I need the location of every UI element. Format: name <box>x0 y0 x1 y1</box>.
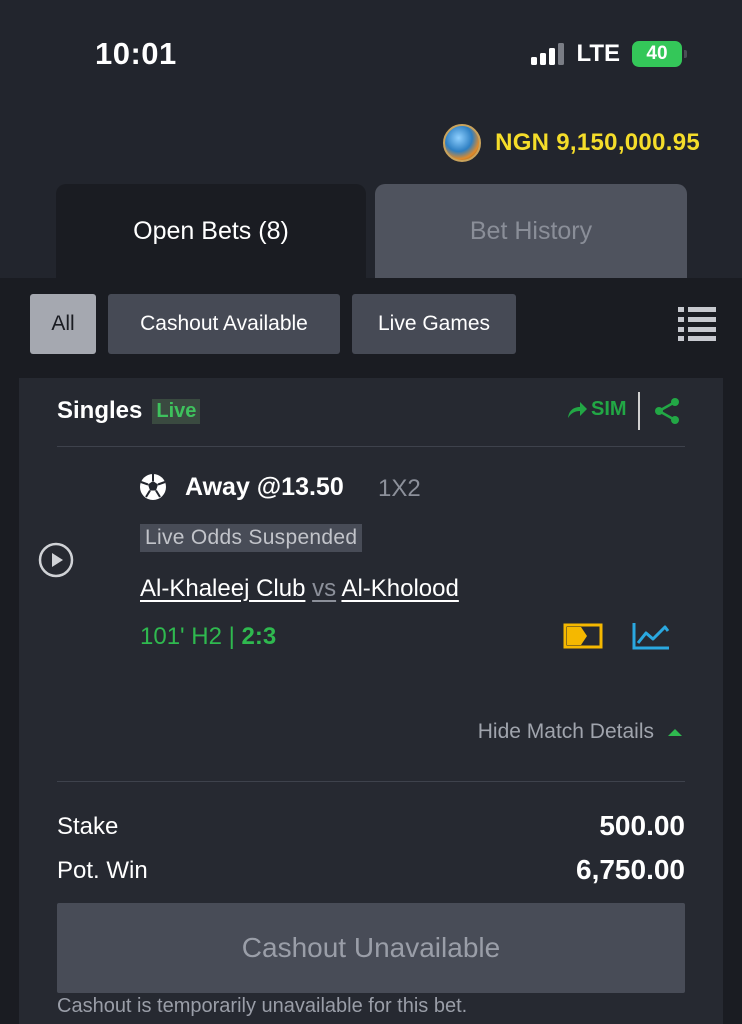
cashout-note: Cashout is temporarily unavailable for t… <box>57 995 468 1017</box>
divider <box>57 781 685 782</box>
sim-button[interactable]: SIM <box>566 398 627 421</box>
balance-amount: NGN 9,150,000.95 <box>495 129 700 156</box>
share-icon[interactable] <box>652 396 682 426</box>
home-team[interactable]: Al-Khaleej Club <box>140 575 305 602</box>
hide-details-label: Hide Match Details <box>477 720 654 743</box>
divider <box>57 446 685 447</box>
stats-chart-icon[interactable] <box>631 621 671 651</box>
bet-selection: Away @13.50 <box>185 473 344 501</box>
match-status: 101' H2 | 2:3 <box>140 623 276 651</box>
away-team[interactable]: Al-Kholood <box>341 575 458 602</box>
status-time: 10:01 <box>95 36 177 71</box>
match-score: 2:3 <box>241 623 277 650</box>
odds-status-badge: Live Odds Suspended <box>140 524 363 552</box>
pot-win-value: 6,750.00 <box>576 854 685 885</box>
signal-icon <box>531 43 565 65</box>
sim-label: SIM <box>591 398 627 420</box>
match-time: 101' H2 | <box>140 623 235 650</box>
play-icon[interactable] <box>38 542 74 578</box>
bet-market: 1X2 <box>378 475 421 502</box>
battery-level: 40 <box>646 43 668 64</box>
account-balance[interactable]: NGN 9,150,000.95 <box>443 124 700 162</box>
battery-icon: 40 <box>632 41 687 67</box>
filter-cashout-available[interactable]: Cashout Available <box>108 294 340 354</box>
live-tv-icon[interactable] <box>563 622 603 650</box>
stake-label: Stake <box>57 813 119 840</box>
match-teams[interactable]: Al-Khaleej Club vs Al-Kholood <box>140 575 459 603</box>
bet-header: Singles Live <box>57 397 201 425</box>
status-indicators: LTE 40 <box>531 40 687 68</box>
soccer-ball-icon <box>140 474 166 500</box>
tab-open-bets[interactable]: Open Bets (8) <box>56 184 366 278</box>
coin-avatar-icon <box>443 124 482 162</box>
header-separator <box>638 392 640 430</box>
bet-type: Singles <box>57 397 143 424</box>
share-arrow-icon <box>568 401 587 418</box>
tab-bet-history[interactable]: Bet History <box>375 184 687 278</box>
list-view-icon[interactable] <box>678 305 716 341</box>
pot-win-label: Pot. Win <box>57 857 148 884</box>
filter-live-games[interactable]: Live Games <box>352 294 516 354</box>
stake-value: 500.00 <box>599 810 685 841</box>
cashout-button[interactable]: Cashout Unavailable <box>57 903 685 993</box>
caret-up-icon <box>668 728 682 736</box>
filter-all[interactable]: All <box>30 294 96 354</box>
vs-label: vs <box>312 575 337 602</box>
hide-match-details[interactable]: Hide Match Details <box>478 720 682 744</box>
live-badge: Live <box>152 398 201 424</box>
network-label: LTE <box>576 40 620 67</box>
